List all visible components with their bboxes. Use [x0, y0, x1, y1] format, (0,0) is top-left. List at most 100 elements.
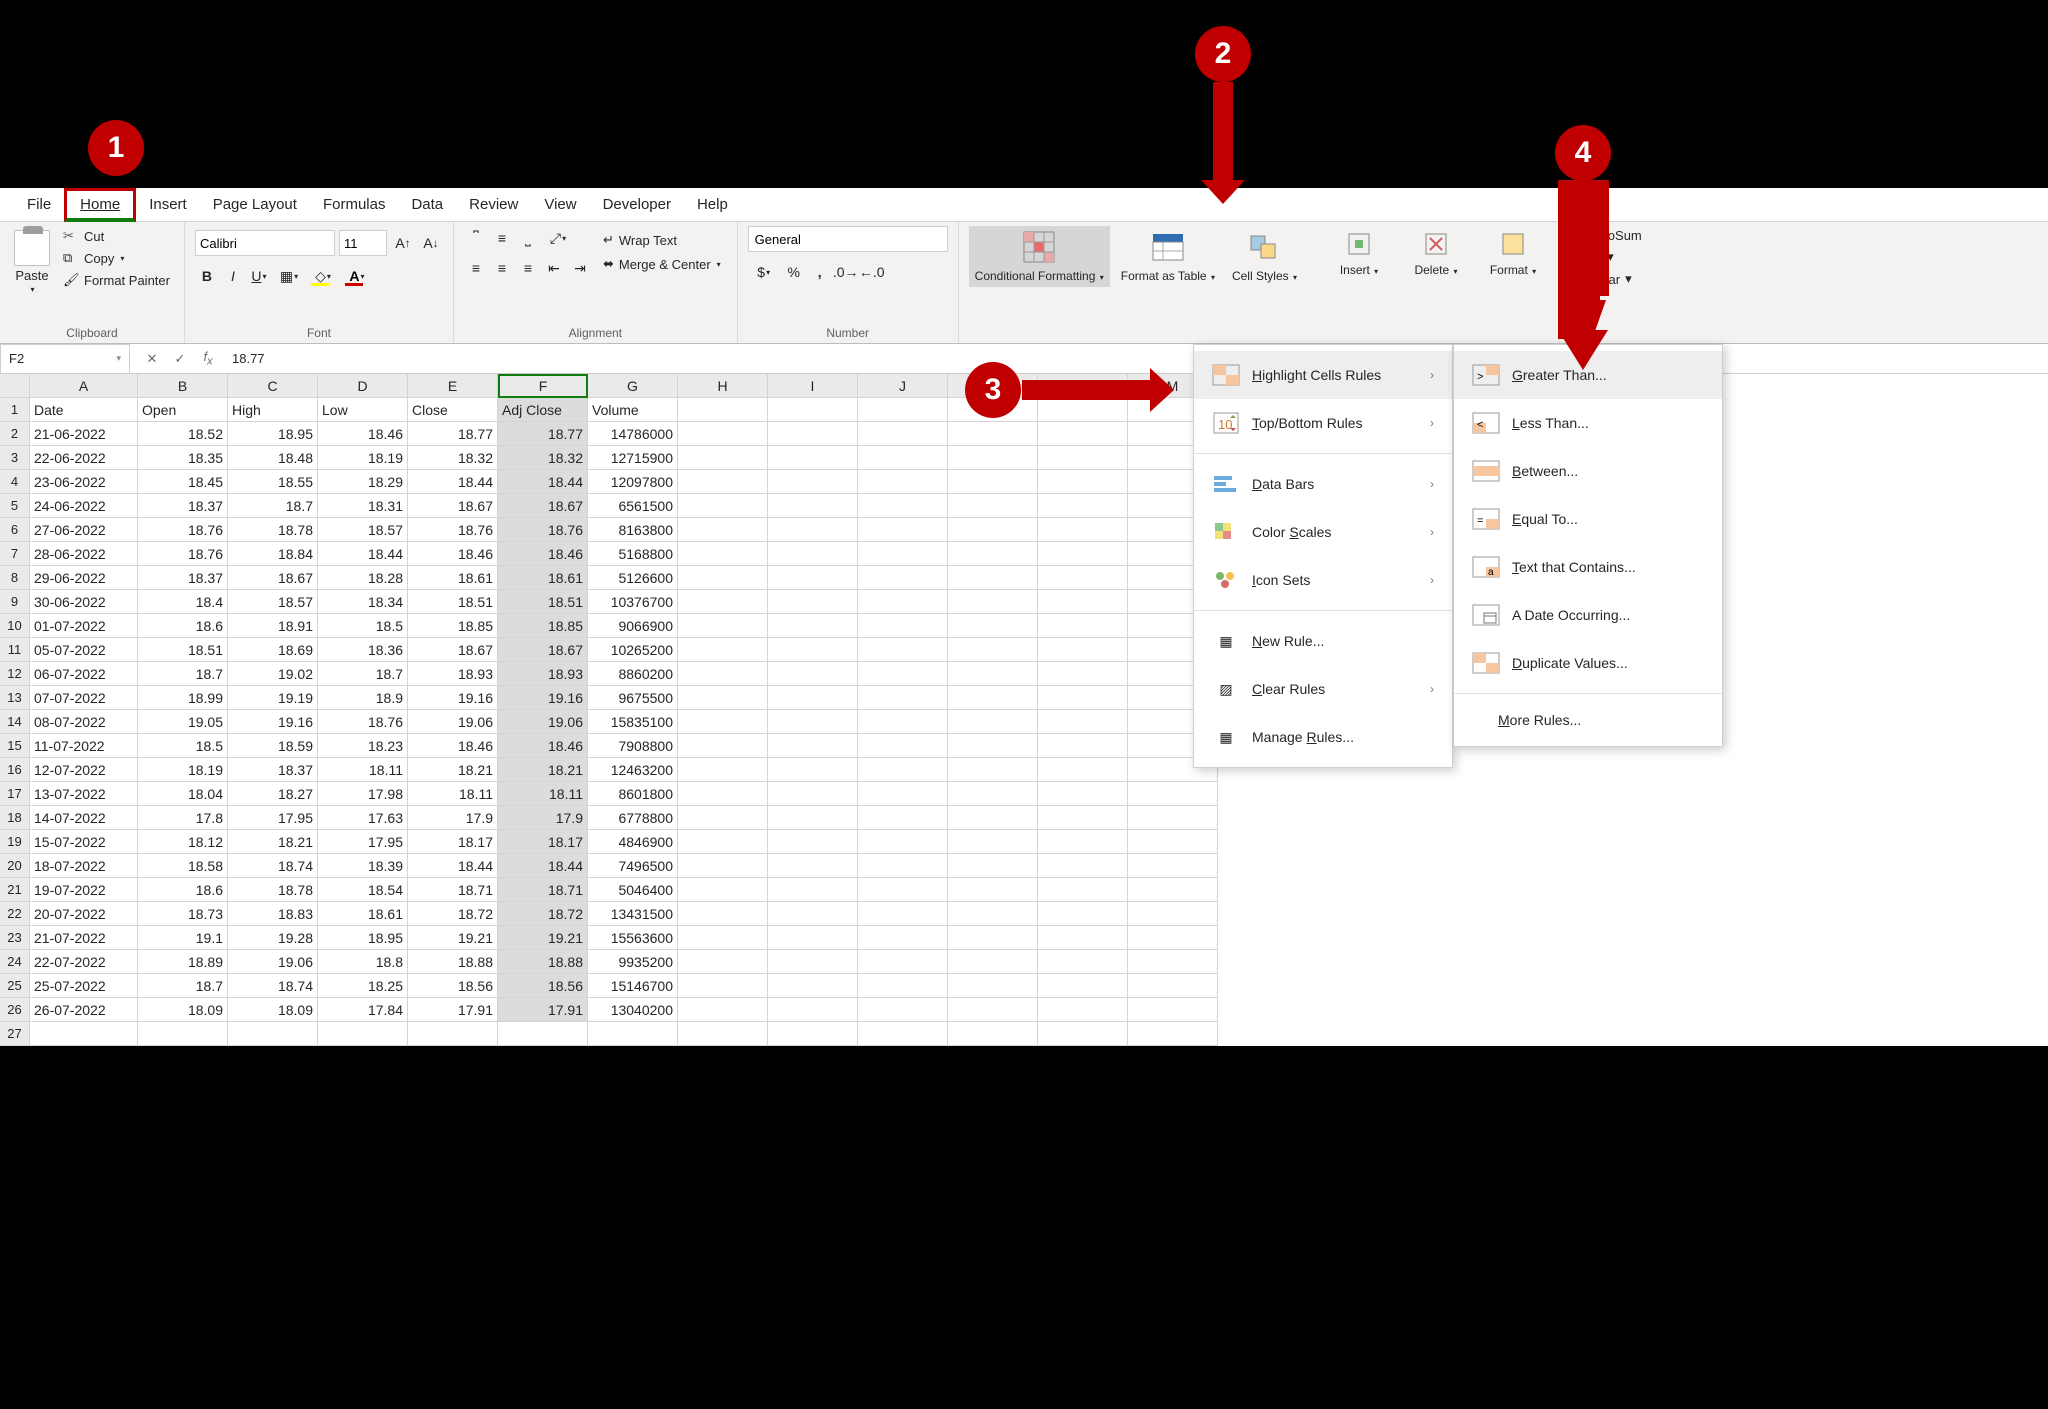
- decrease-decimal-button[interactable]: ←.0: [860, 260, 884, 284]
- cell[interactable]: [858, 638, 948, 662]
- row-header-1[interactable]: 1: [0, 398, 30, 422]
- cell[interactable]: 18.76: [408, 518, 498, 542]
- cell[interactable]: 18.77: [498, 422, 588, 446]
- merge-center-button[interactable]: ⬌Merge & Center▾: [597, 254, 727, 274]
- cell[interactable]: [948, 950, 1038, 974]
- cell[interactable]: [678, 398, 768, 422]
- cell[interactable]: 5126600: [588, 566, 678, 590]
- cell[interactable]: 9675500: [588, 686, 678, 710]
- cell[interactable]: 18.34: [318, 590, 408, 614]
- cell[interactable]: [1128, 830, 1218, 854]
- cell[interactable]: 18.58: [138, 854, 228, 878]
- cell[interactable]: 18.88: [408, 950, 498, 974]
- cell[interactable]: 18.7: [138, 662, 228, 686]
- cell[interactable]: 18.21: [498, 758, 588, 782]
- cell[interactable]: [1038, 806, 1128, 830]
- cell[interactable]: [588, 1022, 678, 1046]
- cell[interactable]: [1038, 662, 1128, 686]
- cell[interactable]: 17.9: [408, 806, 498, 830]
- cell[interactable]: 18.25: [318, 974, 408, 998]
- cell[interactable]: [1038, 782, 1128, 806]
- cell[interactable]: 15835100: [588, 710, 678, 734]
- cell[interactable]: 19.1: [138, 926, 228, 950]
- cell[interactable]: 23-06-2022: [30, 470, 138, 494]
- cell[interactable]: 18.61: [318, 902, 408, 926]
- cell[interactable]: [948, 422, 1038, 446]
- cell[interactable]: 18.77: [408, 422, 498, 446]
- menu-duplicate-values[interactable]: Duplicate Values...: [1454, 639, 1722, 687]
- menu-between[interactable]: Between...: [1454, 447, 1722, 495]
- cell[interactable]: 7496500: [588, 854, 678, 878]
- cell[interactable]: [948, 566, 1038, 590]
- cell[interactable]: [1128, 782, 1218, 806]
- col-header-F[interactable]: F: [498, 374, 588, 398]
- cell[interactable]: [948, 638, 1038, 662]
- cell[interactable]: 12097800: [588, 470, 678, 494]
- menu-text-contains[interactable]: a Text that Contains...: [1454, 543, 1722, 591]
- cell[interactable]: 17.8: [138, 806, 228, 830]
- cell[interactable]: [858, 710, 948, 734]
- cell[interactable]: [768, 902, 858, 926]
- cell[interactable]: [858, 878, 948, 902]
- cell[interactable]: 17.91: [408, 998, 498, 1022]
- cell[interactable]: [1128, 926, 1218, 950]
- cell[interactable]: [858, 1022, 948, 1046]
- cell[interactable]: 18.76: [498, 518, 588, 542]
- cell[interactable]: 22-06-2022: [30, 446, 138, 470]
- cell[interactable]: 18.48: [228, 446, 318, 470]
- col-header-G[interactable]: G: [588, 374, 678, 398]
- row-header-27[interactable]: 27: [0, 1022, 30, 1046]
- cell[interactable]: 11-07-2022: [30, 734, 138, 758]
- cell[interactable]: [768, 734, 858, 758]
- cell[interactable]: 18.55: [228, 470, 318, 494]
- cell[interactable]: 18.95: [228, 422, 318, 446]
- col-header-C[interactable]: C: [228, 374, 318, 398]
- cell[interactable]: [858, 446, 948, 470]
- conditional-formatting-button[interactable]: Conditional Formatting ▾: [969, 226, 1110, 287]
- cell[interactable]: [858, 470, 948, 494]
- cell[interactable]: [318, 1022, 408, 1046]
- cell[interactable]: 18.46: [498, 542, 588, 566]
- borders-button[interactable]: ▦▾: [273, 264, 305, 288]
- row-header-25[interactable]: 25: [0, 974, 30, 998]
- row-header-26[interactable]: 26: [0, 998, 30, 1022]
- cell[interactable]: 18.09: [228, 998, 318, 1022]
- cell[interactable]: 12463200: [588, 758, 678, 782]
- cell[interactable]: 18.35: [138, 446, 228, 470]
- cell[interactable]: 18.11: [408, 782, 498, 806]
- menu-manage-rules[interactable]: ▦ Manage Rules...: [1194, 713, 1452, 761]
- tab-home[interactable]: Home: [64, 188, 136, 222]
- cell[interactable]: 4846900: [588, 830, 678, 854]
- cell[interactable]: 19.28: [228, 926, 318, 950]
- row-header-8[interactable]: 8: [0, 566, 30, 590]
- cell[interactable]: [678, 782, 768, 806]
- col-header-H[interactable]: H: [678, 374, 768, 398]
- align-right-button[interactable]: ≡: [516, 256, 540, 280]
- cell[interactable]: [1128, 806, 1218, 830]
- cell[interactable]: 18.32: [498, 446, 588, 470]
- insert-cells-button[interactable]: Insert ▾: [1323, 226, 1395, 281]
- cell-styles-button[interactable]: Cell Styles ▾: [1226, 226, 1303, 287]
- cell[interactable]: 18.37: [138, 566, 228, 590]
- cell[interactable]: 13040200: [588, 998, 678, 1022]
- cell[interactable]: 19.02: [228, 662, 318, 686]
- menu-more-rules[interactable]: More Rules...: [1454, 700, 1722, 740]
- cell[interactable]: 18.57: [318, 518, 408, 542]
- cell[interactable]: [1038, 494, 1128, 518]
- cell[interactable]: 18.85: [498, 614, 588, 638]
- cell[interactable]: 18.73: [138, 902, 228, 926]
- cell[interactable]: [678, 758, 768, 782]
- cell[interactable]: 18.44: [318, 542, 408, 566]
- cell[interactable]: [858, 926, 948, 950]
- underline-button[interactable]: U▾: [247, 264, 271, 288]
- increase-decimal-button[interactable]: .0→: [834, 260, 858, 284]
- cell[interactable]: [138, 1022, 228, 1046]
- cell[interactable]: [678, 902, 768, 926]
- cell[interactable]: 26-07-2022: [30, 998, 138, 1022]
- font-face-select[interactable]: [195, 230, 335, 256]
- cell[interactable]: [678, 494, 768, 518]
- tab-developer[interactable]: Developer: [590, 188, 684, 222]
- cell[interactable]: [858, 686, 948, 710]
- comma-button[interactable]: ,: [808, 260, 832, 284]
- increase-indent-button[interactable]: ⇥: [568, 256, 592, 280]
